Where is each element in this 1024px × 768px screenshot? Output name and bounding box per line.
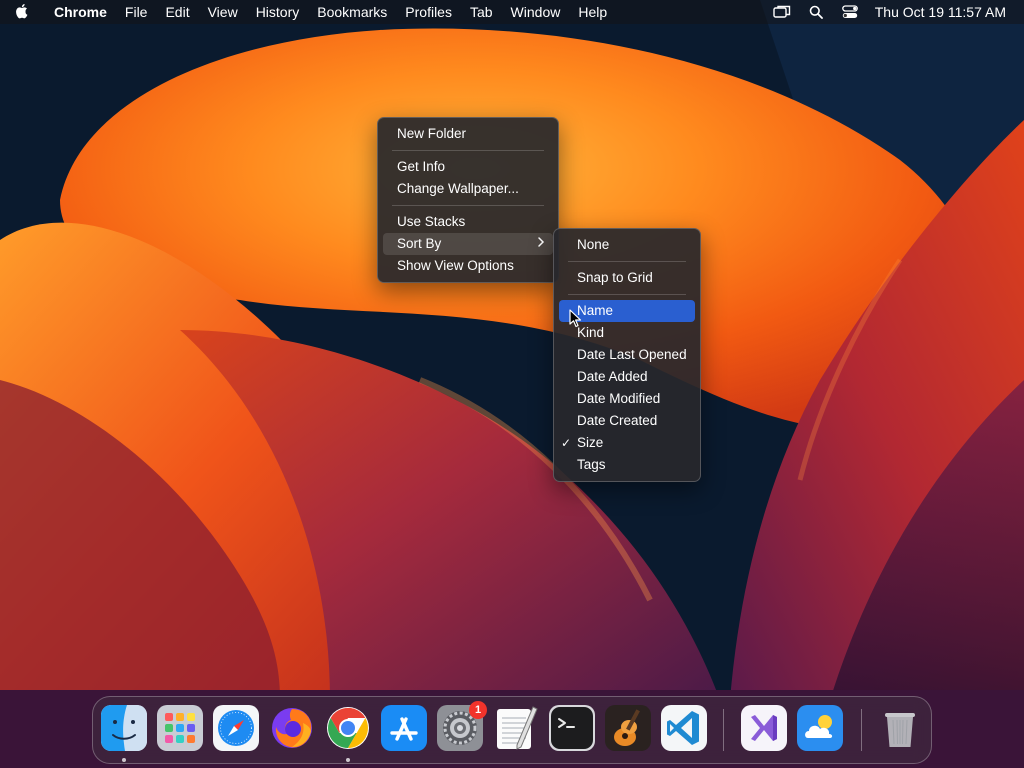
wallpaper-art <box>0 0 1024 768</box>
dock-divider <box>861 709 862 751</box>
spotlight-search-icon[interactable] <box>806 4 826 20</box>
submenu-item-size[interactable]: ✓ Size <box>559 432 695 454</box>
dock: 1 <box>92 696 932 764</box>
menu-tab[interactable]: Tab <box>461 4 502 20</box>
menu-item-change-wallpaper[interactable]: Change Wallpaper... <box>383 178 553 200</box>
search-icon <box>809 5 823 19</box>
menu-history[interactable]: History <box>247 4 309 20</box>
menu-bookmarks[interactable]: Bookmarks <box>308 4 396 20</box>
system-settings-icon[interactable]: 1 <box>437 701 487 751</box>
menu-edit[interactable]: Edit <box>156 4 198 20</box>
submenu-item-date-last-opened[interactable]: Date Last Opened <box>559 344 695 366</box>
submenu-item-snap-to-grid[interactable]: Snap to Grid <box>559 267 695 289</box>
submenu-item-tags[interactable]: Tags <box>559 454 695 476</box>
toggles-icon <box>841 5 858 18</box>
screen-mirroring-icon-glyph <box>773 5 790 18</box>
notification-badge: 1 <box>469 701 487 719</box>
vscode-icon[interactable] <box>661 705 707 751</box>
control-center-icon[interactable] <box>840 4 860 20</box>
checkmark-icon: ✓ <box>561 436 572 450</box>
visual-studio-icon[interactable] <box>741 705 787 751</box>
menu-item-use-stacks[interactable]: Use Stacks <box>383 211 553 233</box>
menu-item-sort-by[interactable]: Sort By <box>383 233 553 255</box>
menu-window[interactable]: Window <box>502 4 570 20</box>
submenu-item-size-label: Size <box>577 435 604 450</box>
submenu-item-date-created[interactable]: Date Created <box>559 410 695 432</box>
desktop-context-menu: New Folder Get Info Change Wallpaper... … <box>377 117 559 283</box>
menu-item-sort-by-label: Sort By <box>397 236 442 251</box>
menu-bar: Chrome File Edit View History Bookmarks … <box>0 0 1024 24</box>
menu-bar-status-area: Thu Oct 19 11:57 AM <box>765 0 1024 24</box>
weather-icon[interactable] <box>797 705 843 751</box>
submenu-item-none[interactable]: None <box>559 234 695 256</box>
textedit-icon[interactable] <box>493 705 539 751</box>
screen-mirroring-icon[interactable] <box>772 4 792 20</box>
running-indicator <box>122 758 126 762</box>
trash-icon[interactable] <box>877 705 923 751</box>
submenu-item-date-modified[interactable]: Date Modified <box>559 388 695 410</box>
menu-bar-clock[interactable]: Thu Oct 19 11:57 AM <box>875 4 1006 20</box>
dock-divider <box>723 709 724 751</box>
finder-icon[interactable] <box>101 705 147 751</box>
running-indicator <box>346 758 350 762</box>
menu-separator <box>392 150 544 151</box>
menu-profiles[interactable]: Profiles <box>396 4 461 20</box>
safari-icon[interactable] <box>213 705 259 751</box>
firefox-icon[interactable] <box>269 705 315 751</box>
garageband-icon[interactable] <box>605 705 651 751</box>
menu-separator <box>392 205 544 206</box>
menu-item-show-view-options[interactable]: Show View Options <box>383 255 553 277</box>
app-store-icon[interactable] <box>381 705 427 751</box>
menu-item-new-folder[interactable]: New Folder <box>383 123 553 145</box>
terminal-icon[interactable] <box>549 705 595 751</box>
menu-app-name[interactable]: Chrome <box>48 4 116 20</box>
apple-menu-icon[interactable] <box>16 4 38 20</box>
launchpad-icon[interactable] <box>157 705 203 751</box>
chrome-icon[interactable] <box>325 705 371 751</box>
desktop-wallpaper[interactable] <box>0 0 1024 768</box>
menu-separator <box>568 261 686 262</box>
menu-view[interactable]: View <box>199 4 247 20</box>
menu-separator <box>568 294 686 295</box>
submenu-item-date-added[interactable]: Date Added <box>559 366 695 388</box>
chevron-right-icon <box>537 233 545 255</box>
menu-item-get-info[interactable]: Get Info <box>383 156 553 178</box>
sort-by-submenu: None Snap to Grid Name Kind Date Last Op… <box>553 228 701 482</box>
menu-help[interactable]: Help <box>569 4 616 20</box>
mouse-pointer-icon <box>569 309 582 328</box>
apple-logo-icon <box>16 4 28 19</box>
menu-file[interactable]: File <box>116 4 157 20</box>
